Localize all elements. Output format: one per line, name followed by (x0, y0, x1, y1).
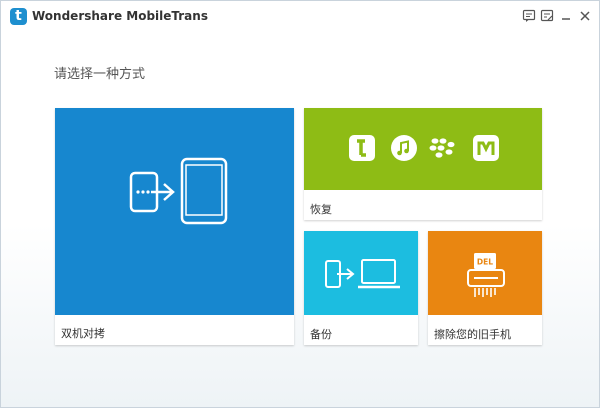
app-logo-icon: t (10, 8, 27, 25)
erase-tile-banner: DEL (428, 231, 542, 315)
restore-tile-banner (304, 108, 542, 190)
phone-to-tablet-icon (129, 157, 228, 225)
app-window: t Wondershare MobileTrans 请选择一种方式 双机对拷 恢… (0, 0, 600, 408)
restore-tile[interactable]: 恢复 (304, 108, 542, 220)
feedback-icon[interactable] (522, 9, 536, 23)
phone-to-phone-tile-banner (55, 108, 294, 315)
backup-tile[interactable]: 备份 (304, 231, 418, 345)
mobiletrans-icon (473, 135, 499, 161)
shredder-icon: DEL (467, 253, 505, 297)
erase-label: 擦除您的旧手机 (434, 328, 511, 341)
blackberry-icon (429, 138, 455, 158)
backup-label: 备份 (310, 328, 332, 341)
app-title: Wondershare MobileTrans (32, 9, 208, 23)
minimize-icon[interactable] (559, 9, 573, 23)
phone-to-phone-label: 双机对拷 (61, 327, 105, 340)
erase-del-badge: DEL (477, 258, 493, 267)
close-icon[interactable] (578, 9, 592, 23)
register-icon[interactable] (540, 9, 554, 23)
tunes-icon (349, 135, 375, 161)
erase-tile[interactable]: DEL 擦除您的旧手机 (428, 231, 542, 345)
mode-prompt: 请选择一种方式 (54, 67, 146, 82)
title-bar: t Wondershare MobileTrans (1, 1, 599, 31)
itunes-icon (391, 135, 417, 161)
restore-label: 恢复 (310, 203, 332, 216)
phone-to-phone-tile[interactable]: 双机对拷 (55, 108, 294, 345)
backup-tile-banner (304, 231, 418, 315)
phone-to-laptop-icon (325, 259, 400, 289)
